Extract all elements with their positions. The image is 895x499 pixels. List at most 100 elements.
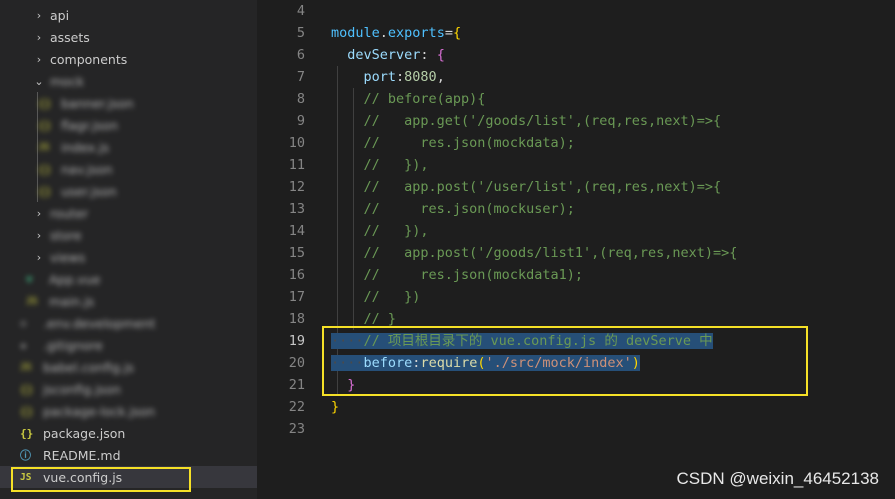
code-line[interactable]: 15 // app.post('/goods/list1',(req,res,n… (257, 242, 895, 264)
line-number: 23 (288, 421, 305, 437)
explorer-item[interactable]: › components (0, 48, 257, 70)
explorer-item-label: .env.development (43, 315, 156, 331)
explorer-item[interactable]: JS main.js (0, 290, 257, 312)
line-number: 6 (296, 47, 305, 63)
code-line[interactable]: 9 // app.get('/goods/list',(req,res,next… (257, 110, 895, 132)
explorer-item[interactable]: ⓘ README.md (0, 444, 257, 466)
watermark: CSDN @weixin_46452138 (676, 469, 879, 488)
line-number: 12 (288, 179, 305, 195)
file-icon: ◆ (20, 338, 27, 352)
code-text[interactable]: devServer: { (331, 44, 445, 66)
explorer-item[interactable]: {} package.json (0, 422, 257, 444)
code-text[interactable]: // app.get('/goods/list',(req,res,next)=… (331, 110, 722, 132)
explorer-item[interactable]: › api (0, 4, 257, 26)
code-text[interactable]: // }) (331, 286, 421, 308)
explorer-item[interactable]: › assets (0, 26, 257, 48)
explorer-item-label: babel.config.js (43, 359, 134, 375)
explorer-item-label: mock (50, 73, 84, 89)
code-text[interactable]: // before(app){ (331, 88, 486, 110)
chevron-right-icon[interactable]: › (32, 53, 46, 66)
json-file-icon: {} (20, 404, 34, 418)
explorer-item-label: user.json (61, 183, 117, 199)
explorer-item[interactable]: ⌄ mock (0, 70, 257, 92)
chevron-down-icon[interactable]: ⌄ (32, 75, 46, 88)
line-number: 16 (288, 267, 305, 283)
line-number: 17 (288, 289, 305, 305)
chevron-right-icon[interactable]: › (32, 207, 46, 220)
explorer-item-label: api (50, 7, 70, 23)
code-text[interactable]: // res.json(mockdata1); (331, 264, 583, 286)
explorer-item-label: README.md (43, 447, 121, 463)
code-editor[interactable]: 4 5 module.exports={6 devServer: {7 port:8… (257, 0, 895, 499)
code-text[interactable]: // app.post('/goods/list1',(req,res,next… (331, 242, 738, 264)
explorer-item[interactable]: JS babel.config.js (0, 356, 257, 378)
code-line[interactable]: 12 // app.post('/user/list',(req,res,nex… (257, 176, 895, 198)
json-file-icon: {} (20, 426, 34, 440)
explorer-item-label: router (50, 205, 89, 221)
line-number: 10 (288, 135, 305, 151)
code-text[interactable]: // }), (331, 220, 429, 242)
code-text[interactable]: // app.post('/user/list',(req,res,next)=… (331, 176, 722, 198)
code-line[interactable]: 17 // }) (257, 286, 895, 308)
code-line[interactable]: 22} (257, 396, 895, 418)
explorer-item[interactable]: › router (0, 202, 257, 224)
chevron-right-icon[interactable]: › (32, 31, 46, 44)
explorer-item-label: App.vue (49, 271, 101, 287)
code-text[interactable]: // }), (331, 154, 429, 176)
code-line[interactable]: 7 port:8080, (257, 66, 895, 88)
explorer-item[interactable]: {} nav.json (0, 158, 257, 180)
code-line[interactable]: 6 devServer: { (257, 44, 895, 66)
code-line[interactable]: 5 module.exports={ (257, 22, 895, 44)
explorer-item[interactable]: JS index.js (0, 136, 257, 158)
code-line[interactable]: 10 // res.json(mockdata); (257, 132, 895, 154)
code-text[interactable]: // res.json(mockdata); (331, 132, 575, 154)
code-line[interactable]: 4 (257, 0, 895, 22)
explorer-item-label: nav.json (61, 161, 113, 177)
code-line[interactable]: 11 // }), (257, 154, 895, 176)
chevron-right-icon[interactable]: › (32, 9, 46, 22)
vue-file-icon: ▼ (26, 272, 33, 286)
explorer-item[interactable]: ⚙ .env.development (0, 312, 257, 334)
js-file-icon: JS (26, 295, 38, 307)
explorer-item-label: views (50, 249, 86, 265)
json-file-icon: {} (20, 382, 34, 396)
json-file-icon: {} (38, 118, 52, 132)
line-number: 15 (288, 245, 305, 261)
code-text[interactable]: // res.json(mockuser); (331, 198, 575, 220)
code-line[interactable]: 23 (257, 418, 895, 440)
code-line[interactable]: 8 // before(app){ (257, 88, 895, 110)
explorer-item[interactable]: {} user.json (0, 180, 257, 202)
chevron-right-icon[interactable]: › (32, 229, 46, 242)
explorer-item[interactable]: {} banner.json (0, 92, 257, 114)
line-number: 22 (288, 399, 305, 415)
explorer-item[interactable]: {} flagr.json (0, 114, 257, 136)
code-line[interactable]: 14 // }), (257, 220, 895, 242)
highlight-box-code (322, 326, 808, 396)
explorer-item[interactable]: › store (0, 224, 257, 246)
line-number: 7 (296, 69, 305, 85)
line-number: 19 (288, 333, 305, 349)
explorer-item[interactable]: {} jsconfig.json (0, 378, 257, 400)
file-explorer: › api › assets › components ⌄ mock {} banner.json… (0, 0, 257, 499)
line-number: 13 (288, 201, 305, 217)
explorer-item-label: main.js (49, 293, 95, 309)
code-text[interactable]: module.exports={ (331, 22, 461, 44)
chevron-right-icon[interactable]: › (32, 251, 46, 264)
code-text[interactable]: port:8080, (331, 66, 445, 88)
line-number: 18 (288, 311, 305, 327)
explorer-item[interactable]: ◆ .gitignore (0, 334, 257, 356)
explorer-item[interactable]: {} package-lock.json (0, 400, 257, 422)
code-line[interactable]: 16 // res.json(mockdata1); (257, 264, 895, 286)
js-file-icon: JS (20, 361, 32, 373)
line-number: 21 (288, 377, 305, 393)
explorer-item[interactable]: ▼ App.vue (0, 268, 257, 290)
line-number: 9 (296, 113, 305, 129)
code-text[interactable]: } (331, 396, 339, 418)
line-number: 14 (288, 223, 305, 239)
explorer-item-label: jsconfig.json (43, 381, 121, 397)
explorer-item[interactable]: › views (0, 246, 257, 268)
explorer-item-label: store (50, 227, 82, 243)
info-icon: ⓘ (20, 449, 31, 462)
line-number: 20 (288, 355, 305, 371)
code-line[interactable]: 13 // res.json(mockuser); (257, 198, 895, 220)
